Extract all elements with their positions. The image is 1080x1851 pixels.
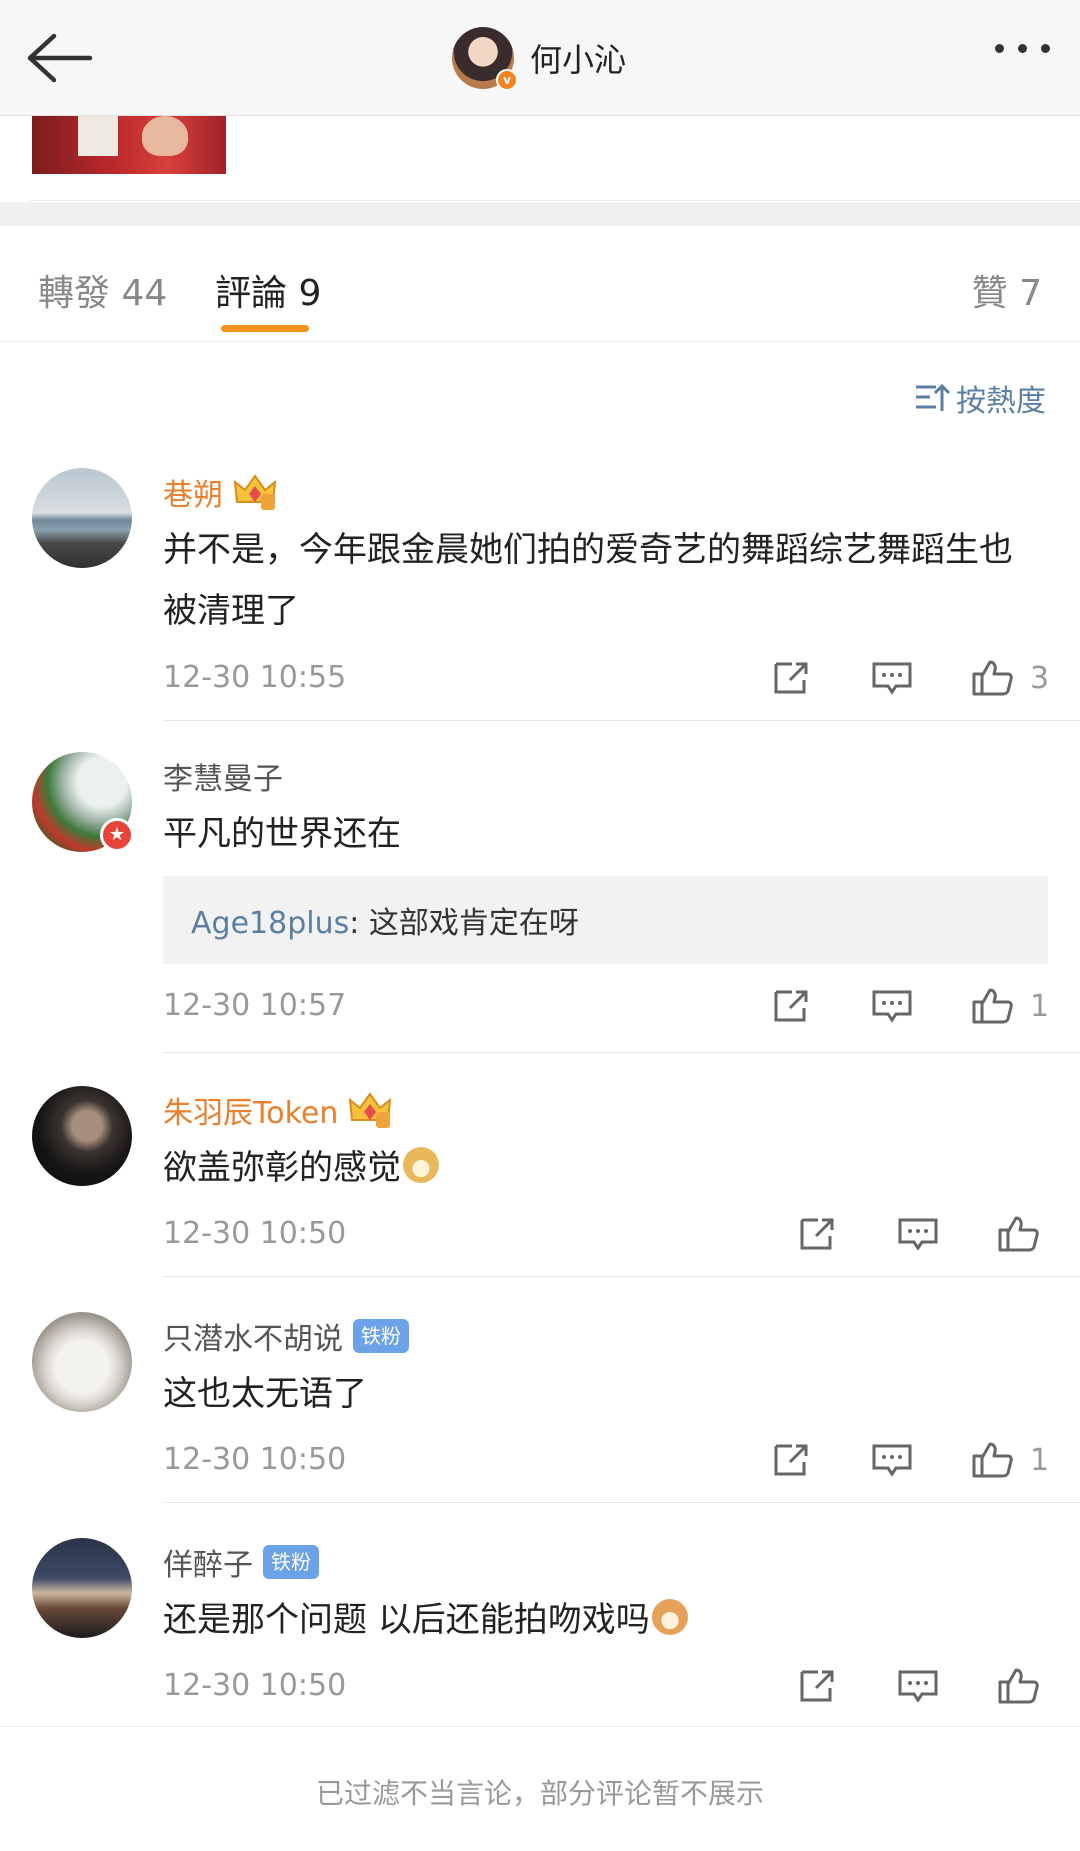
iron-fan-badge: 铁粉 [263, 1545, 319, 1579]
comment-time: 12-30 10:55 [163, 660, 347, 695]
avatar[interactable] [32, 1312, 132, 1412]
iron-fan-badge: 铁粉 [353, 1319, 409, 1353]
reply-icon[interactable] [870, 1440, 914, 1480]
tab-comments[interactable]: 評論 9 [215, 264, 321, 316]
divider [163, 1052, 1080, 1053]
comment-text-body: 还是那个问题 以后还能拍吻戏吗 [163, 1600, 650, 1640]
avatar[interactable] [32, 1086, 132, 1186]
comment-text: 平凡的世界还在 [163, 814, 401, 854]
sort-icon [916, 383, 950, 411]
comment-author-name[interactable]: 只潜水不胡说 [163, 1314, 343, 1358]
avatar[interactable] [32, 468, 132, 568]
share-icon[interactable] [796, 1666, 840, 1706]
comment-author-name[interactable]: 佯醉子 [163, 1540, 253, 1584]
comment-time: 12-30 10:57 [163, 988, 347, 1023]
comment-time: 12-30 10:50 [163, 1216, 347, 1251]
cat-emoji-icon [651, 1599, 688, 1635]
profile-header[interactable]: v 何小沁 [452, 26, 627, 91]
reply-author[interactable]: Age18plus [191, 906, 349, 941]
comment-text: 这也太无语了 [163, 1374, 367, 1414]
like-icon[interactable] [996, 1666, 1040, 1706]
reply-icon[interactable] [870, 658, 914, 698]
comment-author-name[interactable]: 巷朔 [163, 470, 223, 514]
comment-author[interactable]: 只潜水不胡说 铁粉 [163, 1314, 409, 1358]
share-icon[interactable] [770, 1440, 814, 1480]
reply-icon[interactable] [896, 1666, 940, 1706]
reply-text: 这部戏肯定在呀 [359, 906, 579, 941]
divider [163, 1502, 1080, 1503]
more-dots-icon[interactable] [995, 44, 1050, 53]
comment-actions [796, 1214, 1056, 1254]
comment-author[interactable]: 巷朔 [163, 470, 277, 514]
comment-text: 还是那个问题 以后还能拍吻戏吗 [163, 1590, 1043, 1651]
comment-text-body: 欲盖弥彰的感觉 [163, 1148, 401, 1188]
sort-button[interactable]: 按熱度 [914, 376, 1046, 420]
like-count: 1 [1030, 1442, 1050, 1478]
reply-icon[interactable] [896, 1214, 940, 1254]
arrow-left-icon[interactable] [24, 30, 94, 86]
comment-time: 12-30 10:50 [163, 1668, 347, 1703]
comment-actions [796, 1666, 1056, 1706]
like-icon[interactable] [970, 1440, 1014, 1480]
like-count: 1 [1030, 988, 1050, 1024]
tab-reposts[interactable]: 轉發 44 [38, 264, 167, 316]
top-bar: v 何小沁 [0, 0, 1080, 116]
star-badge-icon: ★ [100, 818, 134, 852]
divider [163, 1276, 1080, 1277]
crown-icon [349, 1092, 392, 1128]
comment-text: 并不是，今年跟金晨她们拍的爱奇艺的舞蹈综艺舞蹈生也被清理了 [163, 530, 1013, 631]
tab-likes[interactable]: 贊 7 [972, 264, 1042, 316]
sort-label: 按熱度 [956, 384, 1046, 419]
comment-author-name[interactable]: 朱羽辰Token [163, 1088, 338, 1132]
reply-icon[interactable] [870, 986, 914, 1026]
comment-author-name[interactable]: 李慧曼子 [163, 754, 283, 798]
comment-author[interactable]: 佯醉子 铁粉 [163, 1540, 319, 1584]
crown-icon [233, 474, 277, 510]
original-post-preview[interactable] [0, 116, 1080, 202]
comment-actions: 1 [770, 986, 1049, 1026]
like-icon[interactable] [970, 658, 1014, 698]
tab-bar: 轉發 44 評論 9 贊 7 [0, 226, 1080, 342]
comment-text: 欲盖弥彰的感觉 [163, 1138, 1043, 1199]
avatar[interactable]: ★ [32, 752, 134, 852]
doge-emoji-icon [403, 1147, 439, 1183]
comment-author[interactable]: 朱羽辰Token [163, 1088, 392, 1132]
active-tab-indicator [221, 325, 309, 332]
post-thumbnail[interactable] [32, 116, 226, 174]
reply-preview[interactable]: Age18plus: 这部戏肯定在呀 [163, 876, 1048, 964]
like-icon[interactable] [996, 1214, 1040, 1254]
comment-time: 12-30 10:50 [163, 1442, 347, 1477]
comment-actions: 3 [770, 658, 1049, 698]
divider [0, 1726, 1080, 1727]
avatar[interactable] [32, 1538, 132, 1638]
share-icon[interactable] [796, 1214, 840, 1254]
comment-author[interactable]: 李慧曼子 [163, 754, 283, 798]
like-count: 3 [1030, 660, 1050, 696]
section-gap [0, 202, 1080, 226]
reply-separator: : [349, 906, 360, 941]
filtered-notice: 已过滤不当言论，部分评论暂不展示 [315, 1777, 764, 1810]
comment-actions: 1 [770, 1440, 1049, 1480]
share-icon[interactable] [770, 658, 814, 698]
avatar[interactable]: v [452, 27, 518, 91]
page-title: 何小沁 [530, 41, 627, 79]
verified-badge: v [496, 69, 518, 91]
divider [163, 720, 1080, 721]
share-icon[interactable] [770, 986, 814, 1026]
like-icon[interactable] [970, 986, 1014, 1026]
divider [30, 200, 1080, 201]
